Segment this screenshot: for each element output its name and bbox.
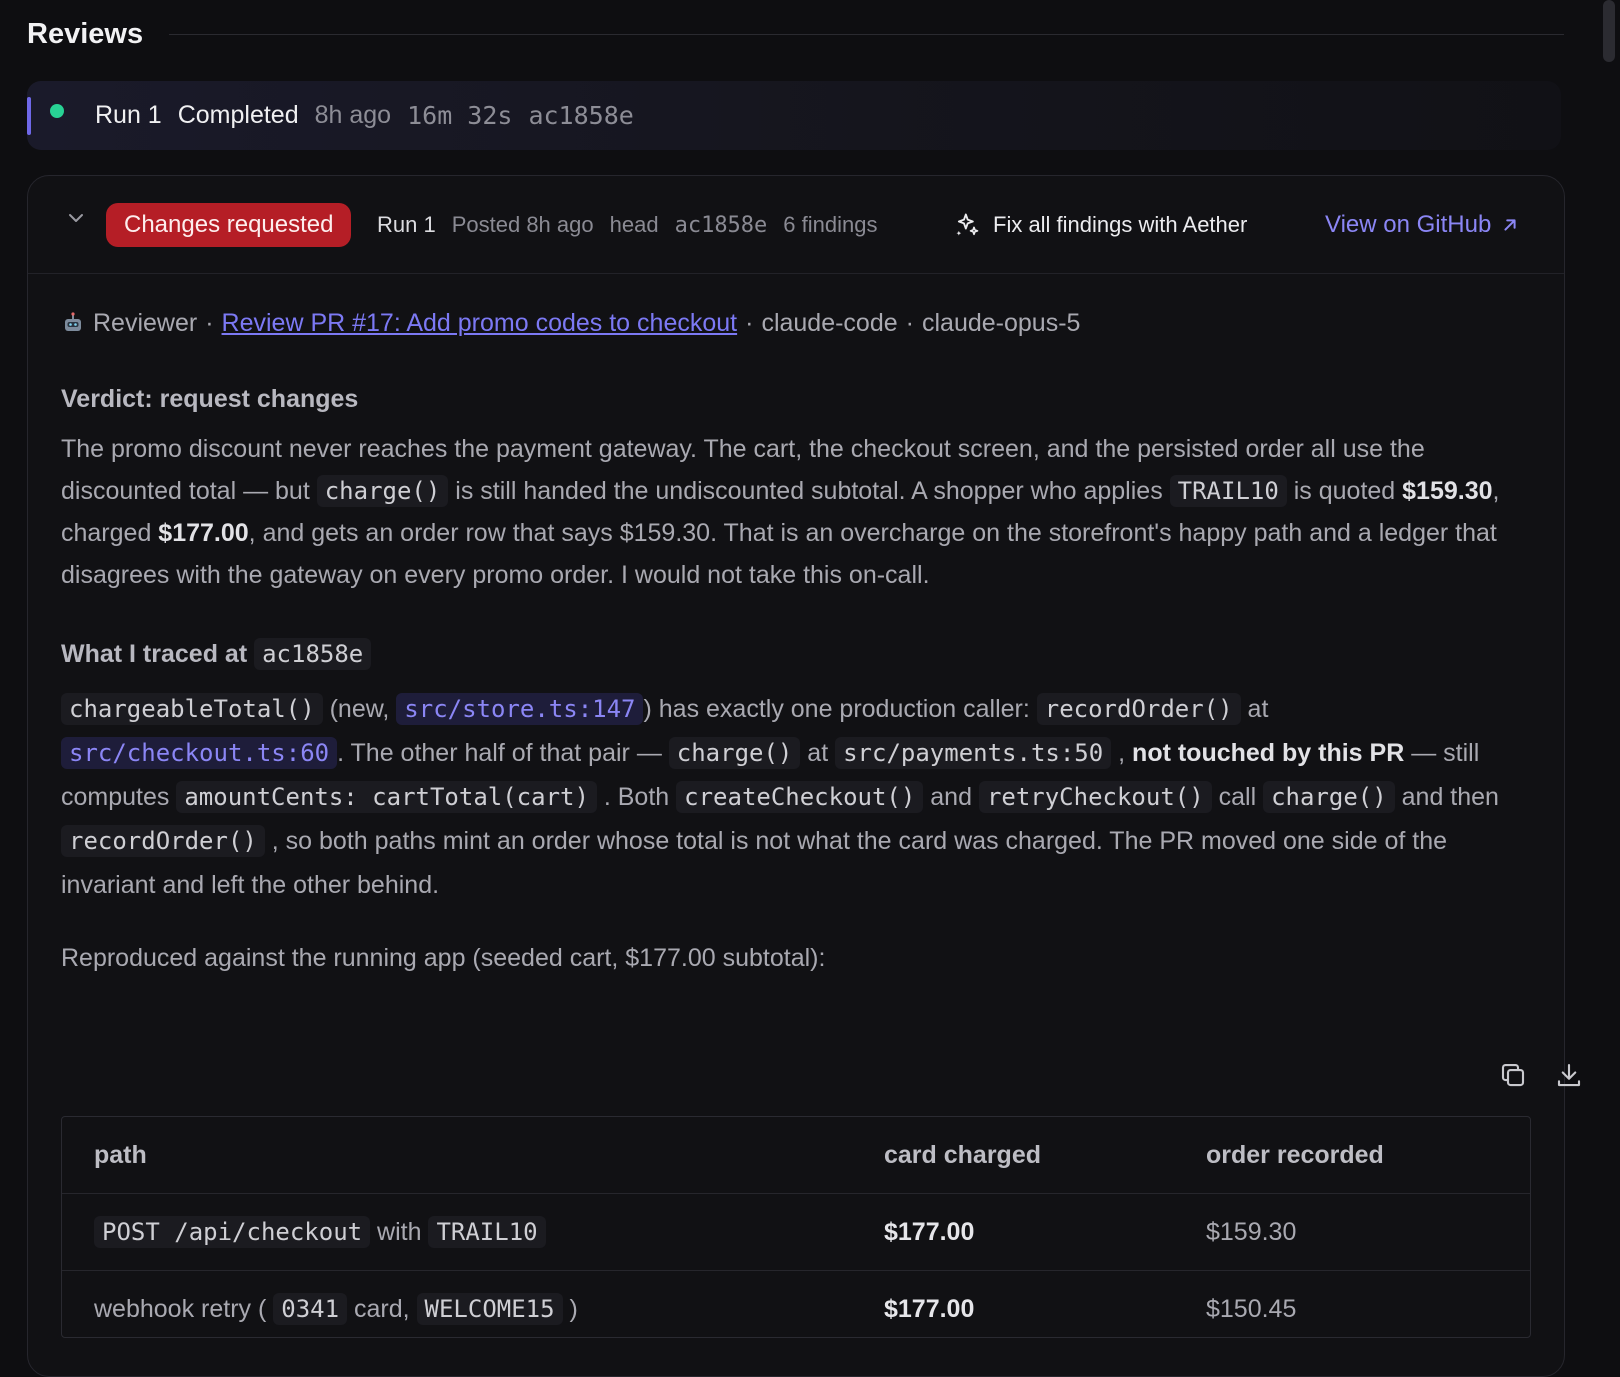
scrollbar-thumb[interactable] [1603,0,1615,62]
text: with [370,1217,429,1246]
download-icon[interactable] [1554,1060,1584,1090]
meta-separator: · [745,308,754,337]
meta-separator: · [205,308,214,337]
chevron-down-icon[interactable] [64,206,88,230]
text: , and gets an order row that says $159.3… [61,519,1497,589]
table-header: path [94,1140,147,1169]
traced-heading: What I traced at ac1858e [61,638,1521,670]
model-name: claude-opus-5 [921,308,1081,337]
inline-code: charge() [316,475,449,507]
table-cell-recorded: $159.30 [1206,1217,1297,1246]
table-header: order recorded [1206,1140,1384,1169]
file-link[interactable]: src/store.ts:147 [396,693,644,725]
run-duration: 16m 32s [407,101,513,130]
text: call [1211,783,1264,811]
verdict-paragraph: The promo discount never reaches the pay… [61,428,1521,596]
review-body: Reviewer · Review PR #17: Add promo code… [61,303,1521,979]
status-dot-icon [50,104,64,118]
run-commit: ac1858e [528,101,634,130]
inline-code: POST /api/checkout [94,1215,371,1248]
inline-code: retryCheckout() [978,781,1212,813]
inline-code: charge() [1263,781,1395,813]
inline-code: TRAIL10 [1169,475,1287,507]
text: is still handed the undiscounted subtota… [448,477,1170,505]
text: webhook retry ( [94,1294,274,1323]
reviewer-role: Reviewer [93,308,198,337]
agent-name: claude-code [761,308,898,337]
bold-amount: $177.00 [158,519,249,547]
repro-table: path card charged order recorded POST /a… [61,1116,1531,1338]
inline-code: chargeableTotal() [61,693,323,725]
meta-separator: · [905,308,914,337]
text: . Both [596,783,677,811]
traced-heading-text: What I traced at [61,640,248,668]
text: ) has exactly one production caller: [643,695,1037,723]
inline-code: recordOrder() [61,825,265,857]
inline-code: ac1858e [254,638,372,670]
section-title: Reviews [27,17,144,50]
divider [169,33,1564,35]
inline-code: recordOrder() [1036,693,1241,725]
run-row[interactable]: Run 1 Completed 8h ago 16m 32s ac1858e [27,81,1561,150]
text: . The other half of that pair — [337,739,669,767]
table-header-row: path card charged order recorded [62,1117,1530,1194]
external-link-icon [1504,219,1516,231]
view-on-github-link[interactable]: View on GitHub [1325,202,1521,248]
text: , so both paths mint an order whose tota… [61,827,1447,899]
reviews-header: Reviews [27,14,1564,54]
bold-amount: $159.30 [1402,477,1493,505]
inline-code: createCheckout() [676,781,924,813]
view-on-github-label: View on GitHub [1325,211,1492,238]
inline-code: charge() [668,737,801,769]
fix-all-findings-button[interactable]: Fix all findings with Aether [953,202,1247,248]
copy-icon[interactable] [1498,1060,1528,1090]
text: card, [347,1294,417,1323]
file-link[interactable]: src/checkout.ts:60 [61,737,338,769]
traced-paragraph: chargeableTotal() (new, src/store.ts:147… [61,687,1521,907]
robot-icon [65,312,81,331]
table-cell-path: webhook retry ( 0341 card, WELCOME15 ) [62,1292,884,1325]
run-status: Completed [177,101,299,129]
findings-count: 6 findings [783,212,878,237]
table-toolbar [1498,1060,1584,1090]
fix-all-findings-label: Fix all findings with Aether [993,212,1248,237]
text: is quoted [1286,477,1403,505]
table-row: webhook retry ( 0341 card, WELCOME15 ) $… [62,1271,1530,1337]
table-cell-charged: $177.00 [884,1294,975,1323]
review-card-header: Changes requested Run 1 Posted 8h ago he… [28,176,1564,274]
run-selected-indicator [27,97,31,135]
table-header: card charged [884,1140,1042,1169]
text: and then [1394,783,1499,811]
inline-code: src/payments.ts:50 [835,737,1112,769]
table-cell-charged: $177.00 [884,1217,975,1246]
table-cell-path: POST /api/checkout with TRAIL10 [62,1215,884,1248]
text: at [800,739,836,767]
bold-text: not touched by this PR [1132,739,1405,767]
review-meta: Reviewer · Review PR #17: Add promo code… [61,303,1521,343]
table-row: POST /api/checkout with TRAIL10 $177.00 … [62,1194,1530,1271]
review-posted: Posted 8h ago [451,212,594,237]
text: ) [562,1294,578,1323]
task-link[interactable]: Review PR #17: Add promo codes to checko… [222,309,738,338]
text: (new, [322,695,397,723]
run-label: Run 1 [95,101,162,129]
verdict-heading: Verdict: request changes [61,385,359,413]
table-cell-recorded: $150.45 [1206,1294,1297,1323]
inline-code: amountCents: cartTotal(cart) [176,781,597,813]
sparkles-icon [956,213,979,236]
run-age: 8h ago [314,101,392,129]
head-label: head [609,212,659,237]
text: and [923,783,979,811]
text: , [1111,739,1133,767]
repro-text: Reproduced against the running app (seed… [61,944,826,972]
text: at [1240,695,1269,723]
review-run-label: Run 1 [377,212,436,237]
inline-code: TRAIL10 [428,1215,546,1248]
status-badge: Changes requested [106,203,352,247]
scrollbar[interactable] [1598,0,1620,1320]
head-commit: ac1858e [674,212,768,238]
